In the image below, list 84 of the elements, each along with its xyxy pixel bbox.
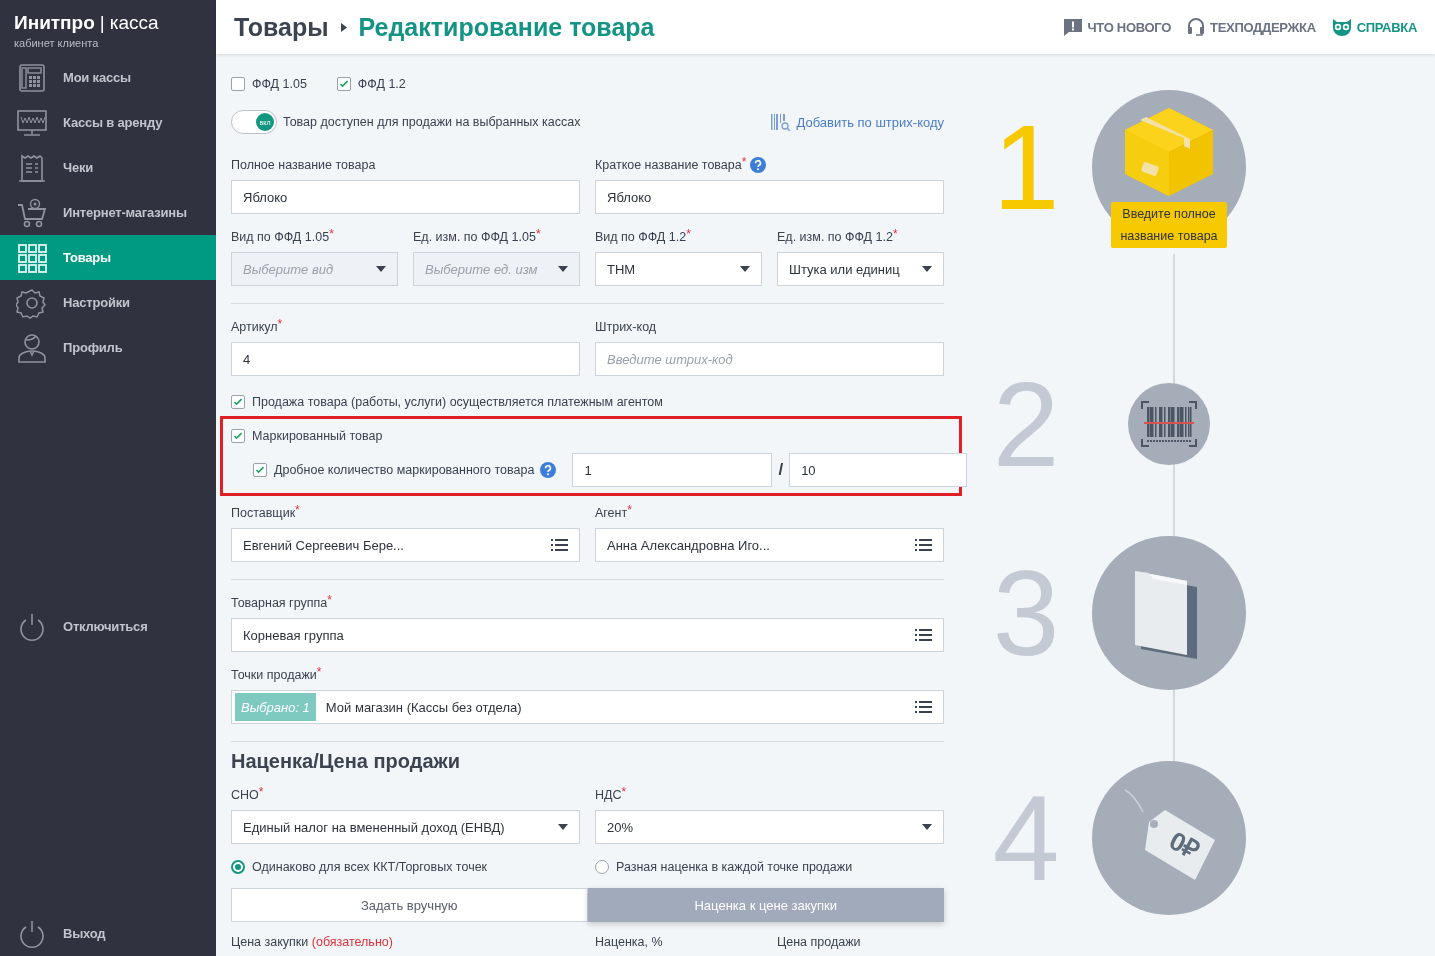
breadcrumb-item: Редактирование товара (358, 12, 655, 42)
text-field[interactable]: 4 (231, 342, 580, 376)
mode-button[interactable]: Задать вручную (231, 888, 588, 922)
checkbox-label: Маркированный товар (252, 429, 383, 443)
list-icon[interactable] (551, 539, 568, 551)
checkbox-label: Продажа товара (работы, услуги) осуществляется платежным агентом (252, 395, 663, 409)
list-select-field[interactable]: Анна Александровна Иго... (595, 528, 944, 562)
caret-icon (376, 266, 386, 272)
section-heading: Наценка/Цена продажи (231, 750, 462, 774)
header-link[interactable]: СПРАВКА (1331, 18, 1417, 36)
person-icon (16, 331, 48, 364)
dropdown-field[interactable]: 20% (595, 810, 944, 844)
checkbox[interactable] (231, 429, 245, 443)
checkbox[interactable] (336, 77, 351, 91)
nav-item[interactable]: Товары (0, 235, 216, 280)
radio-button[interactable] (231, 860, 245, 874)
list-select-field[interactable]: Корневая группа (231, 618, 944, 652)
header-link[interactable]: ТЕХПОДДЕРЖКА (1187, 17, 1316, 37)
list-icon[interactable] (915, 539, 932, 551)
checkbox-label: ФФД 1.2 (357, 77, 406, 91)
dropdown-field[interactable]: Единый налог на вмененный доход (ЕНВД) (231, 810, 580, 844)
cart-icon (16, 196, 48, 229)
nav-item[interactable]: Настройки (0, 280, 216, 325)
breadcrumb-item[interactable]: Товары (234, 12, 329, 42)
settings-icon (16, 286, 48, 319)
nav-item[interactable]: Мои кассы (0, 55, 216, 100)
nav-item[interactable]: Интернет-магазины (0, 190, 216, 235)
numerator-field[interactable]: 1 (572, 453, 773, 487)
price-tag-text: 0₽ (1164, 825, 1205, 866)
radio-button[interactable] (595, 860, 609, 874)
list-icon[interactable] (915, 701, 932, 713)
nav-item[interactable]: Чеки (0, 145, 216, 190)
disconnect-item[interactable]: Отключиться (0, 604, 216, 649)
fraction-slash: / (778, 460, 784, 480)
list-select-field[interactable]: Выбрано: 1 Мой магазин (Кассы без отдела) (231, 690, 944, 724)
header-link[interactable]: ЧТО НОВОГО (1062, 17, 1171, 37)
field-label: Полное название товара (231, 158, 376, 172)
brand-divider: | (99, 12, 105, 34)
caret-icon (922, 266, 932, 272)
denominator-field[interactable]: 10 (789, 453, 968, 487)
barcode-search-icon (771, 113, 792, 131)
checkbox-label: ФФД 1.05 (252, 77, 307, 91)
step-hint: Введите полное название товара (1111, 202, 1227, 248)
help-icon[interactable] (750, 157, 767, 173)
brand-subtitle: кабинет клиента (14, 37, 100, 49)
text-field[interactable]: Яблоко (231, 180, 580, 214)
dropdown-field[interactable]: ТНМ (595, 252, 762, 286)
register-icon (16, 61, 48, 94)
field-label: Цена закупки (231, 935, 309, 949)
nav-item[interactable]: Кассы в аренду (0, 100, 216, 145)
checkbox-label: Дробное количество маркированного товара (274, 463, 535, 477)
field-label: Штрих-код (595, 320, 657, 334)
caret-icon (922, 824, 932, 830)
list-icon[interactable] (915, 629, 932, 641)
owl-icon (1331, 18, 1352, 36)
logout-item[interactable]: Выход (0, 911, 216, 956)
text-field[interactable]: Введите штрих-код (595, 342, 944, 376)
radio-label: Разная наценка в каждой точке продажи (616, 860, 853, 874)
barcode-scanner-icon (1141, 401, 1197, 447)
caret-icon (558, 266, 568, 272)
text-field[interactable]: Яблоко (595, 180, 944, 214)
checkbox[interactable] (231, 395, 245, 409)
field-label: Цена продажи (777, 935, 861, 949)
dropdown-field[interactable]: Штука или единиц (777, 252, 944, 286)
caret-icon (558, 824, 568, 830)
grid-icon (16, 241, 48, 274)
checkbox[interactable] (231, 77, 245, 91)
headset-icon (1187, 17, 1205, 37)
checkbox[interactable] (253, 463, 267, 477)
selected-count-chip: Выбрано: 1 (235, 693, 316, 721)
list-select-field[interactable]: Евгений Сергеевич Бере... (231, 528, 580, 562)
chevron-icon (340, 22, 347, 32)
caret-icon (740, 266, 750, 272)
step-number: 1 (991, 107, 1061, 227)
toggle-label: Товар доступен для продажи на выбранных кассах (283, 115, 581, 129)
required-note: (обязательно) (311, 935, 393, 949)
radio-label: Одинаково для всех ККТ/Торговых точек (252, 860, 488, 874)
nav-item[interactable]: Профиль (0, 325, 216, 370)
help-icon[interactable] (540, 462, 557, 478)
barcode-add-link[interactable]: Добавить по штрих-коду (771, 113, 944, 131)
brand-product: касса (109, 12, 159, 34)
brand-name: Инитпро (14, 12, 95, 34)
field-label: Наценка, % (595, 935, 663, 949)
message-alert-icon (1062, 17, 1083, 37)
